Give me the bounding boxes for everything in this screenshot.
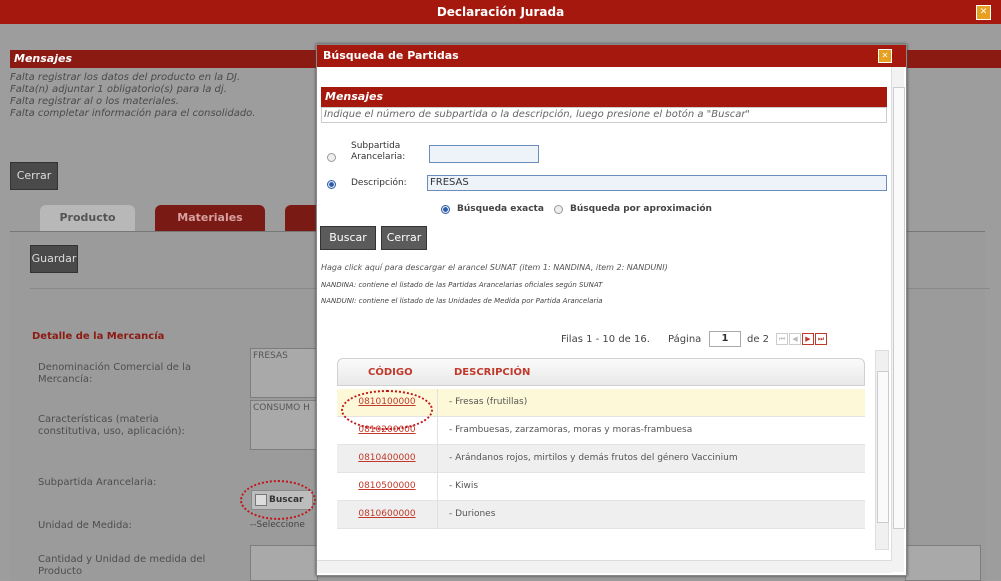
busqueda-exacta-label: Búsqueda exacta [457, 204, 544, 214]
modal-horizontal-scrollbar[interactable] [317, 560, 892, 573]
pager-page-label: Página [668, 334, 702, 345]
main-title-bar: Declaración Jurada [0, 0, 1001, 24]
prev-page-icon[interactable]: ◀ [789, 333, 801, 345]
modal-buscar-button[interactable]: Buscar [320, 226, 376, 250]
descripcion-radio[interactable] [327, 180, 336, 189]
caracteristicas-field[interactable]: CONSUMO H [250, 400, 318, 450]
busqueda-modal: Búsqueda de Partidas ✕ Mensajes Indique … [316, 44, 907, 576]
busqueda-aprox-label: Búsqueda por aproximación [570, 204, 712, 214]
next-page-icon[interactable]: ▶ [802, 333, 814, 345]
row-code-link[interactable]: 0810600000 [337, 509, 437, 519]
pager-page-input[interactable]: 1 [709, 331, 741, 347]
pager-of-text: de 2 [747, 334, 770, 345]
column-divider [437, 417, 438, 445]
annotation-circle [240, 480, 316, 520]
unidad-label: Unidad de Medida: [38, 520, 132, 531]
modal-vertical-scrollbar[interactable] [891, 67, 905, 572]
column-header-descripcion: DESCRIPCIÓN [454, 367, 531, 378]
cerrar-button[interactable]: Cerrar [10, 162, 58, 190]
descripcion-label: Descripción: [351, 178, 407, 188]
row-code-link[interactable]: 0810400000 [337, 453, 437, 463]
row-description: - Duriones [449, 509, 496, 519]
row-description: - Arándanos rojos, mirtilos y demás frut… [449, 453, 738, 463]
messages-header-right [905, 50, 1001, 68]
busqueda-aprox-radio[interactable] [554, 205, 563, 214]
row-description: - Frambuesas, zarzamoras, moras y moras-… [449, 425, 693, 435]
denominacion-field[interactable]: FRESAS [250, 348, 318, 398]
messages-header: Mensajes [10, 50, 324, 68]
subpartida-label: Subpartida Arancelaria: [38, 477, 157, 488]
modal-messages-header: Mensajes [321, 87, 887, 107]
denominacion-label: Denominación Comercial de la Mercancía: [38, 362, 192, 385]
row-description: - Fresas (frutillas) [449, 397, 528, 407]
modal-scroll-thumb[interactable] [893, 87, 905, 529]
results-grid: CÓDIGO DESCRIPCIÓN 0810100000 - Fresas (… [337, 358, 865, 550]
row-code-link[interactable]: 0810500000 [337, 481, 437, 491]
column-divider [437, 445, 438, 473]
modal-title: Búsqueda de Partidas [323, 49, 459, 62]
descripcion-input[interactable]: FRESAS [427, 175, 887, 191]
guardar-button[interactable]: Guardar [30, 245, 78, 273]
table-row[interactable]: 0810600000 - Duriones [337, 501, 865, 529]
message-line: Falta completar información para el cons… [10, 108, 256, 119]
column-divider [437, 389, 438, 417]
grid-scroll-thumb[interactable] [877, 371, 889, 523]
download-note-link[interactable]: Haga click aquí para descargar el arance… [321, 263, 881, 272]
main-close-icon[interactable]: ✕ [976, 5, 991, 20]
subpartida-input[interactable] [429, 145, 539, 163]
section-title: Detalle de la Mercancía [32, 331, 165, 342]
message-line: Falta registrar los datos del producto e… [10, 72, 241, 83]
cantidad-label: Cantidad y Unidad de medida del Producto [38, 554, 206, 577]
column-divider [437, 473, 438, 501]
modal-cerrar-button[interactable]: Cerrar [381, 226, 427, 250]
grid-header: CÓDIGO DESCRIPCIÓN [337, 358, 865, 386]
subpartida-radio[interactable] [327, 153, 336, 162]
modal-instruction: Indique el número de subpartida o la des… [321, 107, 887, 123]
nanduni-note: NANDUNI: contiene el listado de las Unid… [321, 297, 603, 305]
last-page-icon[interactable]: ⏭ [815, 333, 827, 345]
column-divider [437, 501, 438, 529]
main-title: Declaración Jurada [436, 5, 565, 19]
message-line: Falta registrar al o los materiales. [10, 96, 179, 107]
modal-title-bar: Búsqueda de Partidas [317, 45, 906, 67]
tab-producto[interactable]: Producto [40, 205, 135, 231]
messages-title: Mensajes [14, 52, 72, 65]
first-page-icon[interactable]: ⏮ [776, 333, 788, 345]
annotation-circle [341, 390, 433, 430]
modal-messages-title: Mensajes [325, 90, 383, 103]
cantidad-field-right[interactable] [905, 545, 981, 581]
subpartida-label: Subpartida Arancelaria: [351, 141, 406, 162]
column-header-codigo: CÓDIGO [368, 367, 413, 378]
nandina-note: NANDINA: contiene el listado de las Part… [321, 281, 603, 289]
pager-rows-text: Filas 1 - 10 de 16. [561, 334, 650, 345]
table-row[interactable]: 0810400000 - Arándanos rojos, mirtilos y… [337, 445, 865, 473]
tab-materiales[interactable]: Materiales [155, 205, 265, 231]
caracteristicas-label: Características (materia constitutiva, u… [38, 414, 185, 437]
message-line: Falta(n) adjuntar 1 obligatorio(s) para … [10, 84, 227, 95]
unidad-select[interactable]: --Seleccione [250, 516, 310, 534]
grid-scrollbar[interactable] [875, 350, 889, 550]
busqueda-exacta-radio[interactable] [441, 205, 450, 214]
table-row[interactable]: 0810500000 - Kiwis [337, 473, 865, 501]
row-description: - Kiwis [449, 481, 479, 491]
cantidad-field[interactable] [250, 545, 318, 581]
modal-close-icon[interactable]: ✕ [878, 49, 892, 63]
